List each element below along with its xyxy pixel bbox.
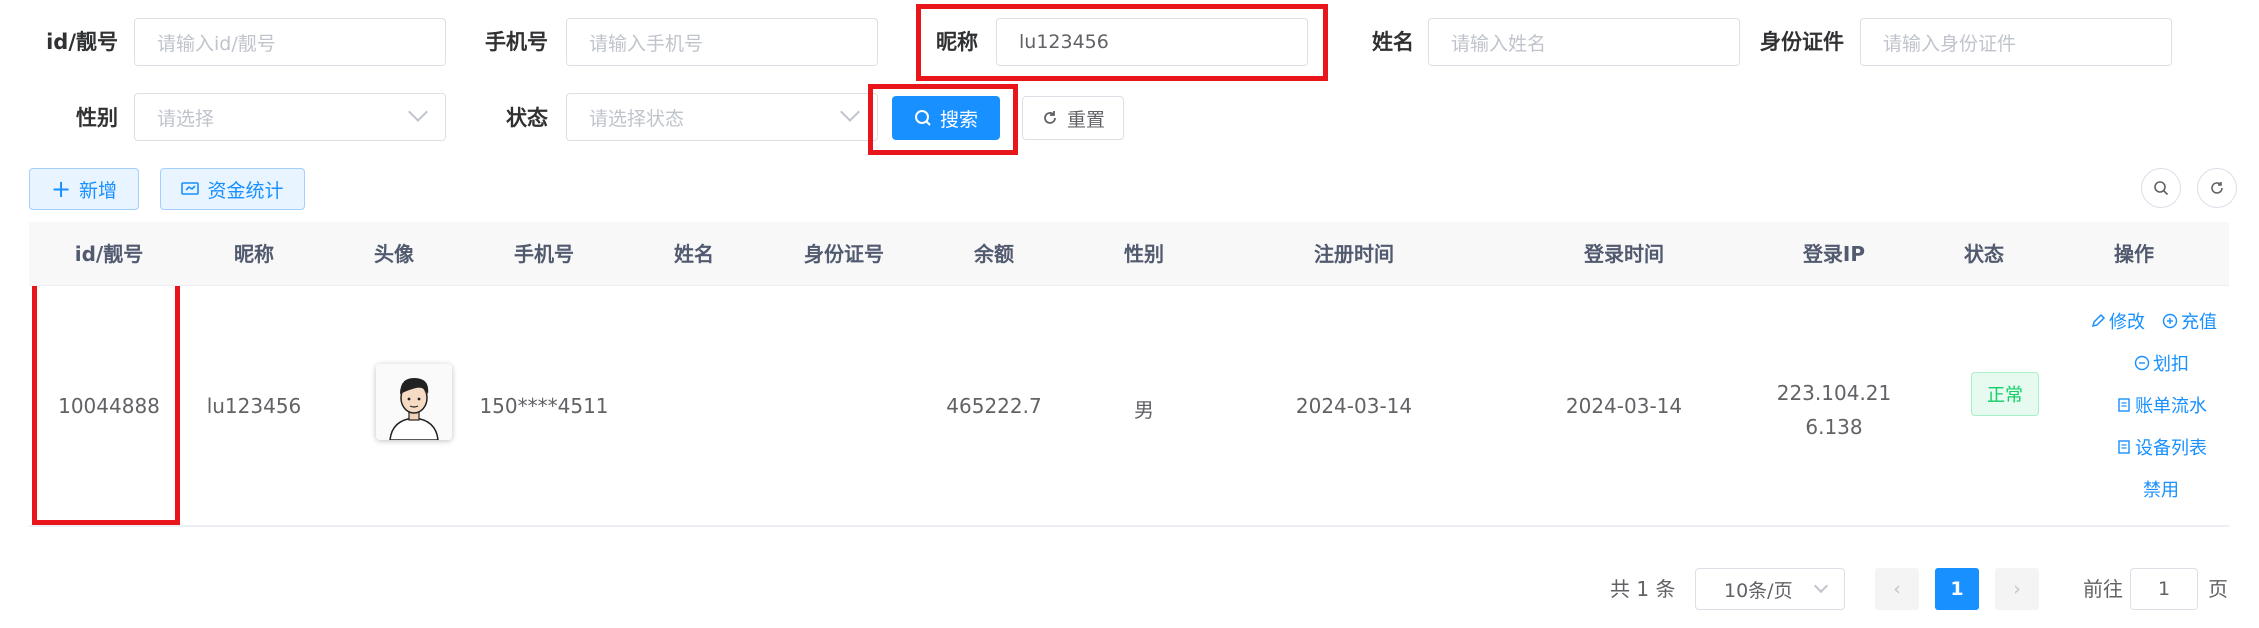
col-header-gender: 性别 (1124, 242, 1164, 266)
ledger-link[interactable]: 账单流水 (2116, 392, 2207, 418)
avatar-image (376, 364, 452, 440)
gender-placeholder: 请选择 (157, 107, 215, 130)
filter-label-gender: 性别 (76, 106, 118, 130)
ban-label: 禁用 (2143, 480, 2179, 501)
refresh-icon (2211, 182, 2223, 194)
col-header-ops: 操作 (2114, 242, 2154, 266)
filter-label-idcard: 身份证件 (1760, 30, 1844, 54)
cell-login-ip: 223.104.21 6.138 (1759, 376, 1909, 444)
filter-label-status: 状态 (506, 106, 548, 130)
document-icon (2118, 440, 2130, 454)
funds-label: 资金统计 (207, 179, 284, 202)
goto-suffix: 页 (2208, 577, 2228, 601)
edit-icon (2091, 313, 2106, 328)
refresh-icon (1044, 111, 1056, 124)
goto-value: 1 (2157, 578, 2171, 600)
deduct-link[interactable]: 划扣 (2134, 350, 2189, 376)
page-size-select[interactable]: 10条/页 (1695, 568, 1845, 610)
plus-circle-icon (2162, 313, 2178, 329)
user-table: id/靓号 昵称 头像 手机号 姓名 身份证号 余额 性别 注册时间 登录时间 … (29, 222, 2229, 527)
ip-line-1: 223.104.21 (1776, 381, 1892, 405)
chevron-right-icon: › (2013, 578, 2021, 600)
minus-circle-icon (2134, 355, 2150, 371)
status-placeholder: 请选择状态 (589, 107, 685, 130)
page-1-button[interactable]: 1 (1935, 568, 1979, 610)
status-select[interactable]: 请选择状态 (566, 93, 878, 141)
col-header-id: id/靓号 (74, 242, 144, 266)
col-header-phone: 手机号 (514, 242, 574, 266)
cell-id: 10044888 (58, 394, 160, 418)
idcard-placeholder: 请输入身份证件 (1883, 32, 2017, 55)
pagination-total: 共 1 条 (1610, 577, 1676, 601)
col-header-name: 姓名 (674, 242, 714, 266)
recharge-link[interactable]: 充值 (2162, 308, 2217, 334)
toggle-search-button[interactable] (2141, 168, 2181, 208)
add-button[interactable]: + 新增 (29, 168, 139, 210)
chevron-left-icon: ‹ (1893, 578, 1901, 600)
ip-line-2: 6.138 (1805, 415, 1863, 439)
table-header: id/靓号 昵称 头像 手机号 姓名 身份证号 余额 性别 注册时间 登录时间 … (29, 222, 2229, 286)
document-icon (2118, 398, 2130, 412)
col-header-balance: 余额 (974, 242, 1014, 266)
devices-label: 设备列表 (2135, 438, 2207, 459)
next-page-button[interactable]: › (1995, 568, 2039, 610)
cell-nickname: lu123456 (206, 394, 302, 418)
edit-link[interactable]: 修改 (2090, 308, 2145, 334)
idcard-input[interactable]: 请输入身份证件 (1860, 18, 2172, 66)
filter-label-name: 姓名 (1372, 30, 1414, 54)
edit-label: 修改 (2109, 312, 2145, 333)
col-header-login-ip: 登录IP (1802, 242, 1866, 266)
col-header-nickname: 昵称 (234, 242, 274, 266)
phone-input[interactable]: 请输入手机号 (566, 18, 878, 66)
chevron-down-icon (1813, 578, 1829, 594)
refresh-table-button[interactable] (2197, 168, 2237, 208)
funds-stats-button[interactable]: 资金统计 (160, 168, 305, 210)
cell-balance: 465222.7 (946, 394, 1042, 418)
chevron-down-icon (408, 102, 428, 122)
reset-button[interactable]: 重置 (1022, 96, 1124, 140)
cell-phone: 150****4511 (479, 394, 609, 418)
table-row: 10044888 lu123456 150****4511 465222.7 男… (29, 286, 2229, 527)
col-header-status: 状态 (1964, 242, 2004, 266)
cell-reg-time: 2024-03-14 (1295, 394, 1413, 418)
filter-label-phone: 手机号 (485, 30, 548, 54)
col-header-avatar: 头像 (374, 242, 414, 266)
chart-icon (181, 182, 200, 195)
gender-select[interactable]: 请选择 (134, 93, 446, 141)
page-size-value: 10条/页 (1724, 579, 1793, 602)
status-badge: 正常 (1971, 372, 2039, 416)
prev-page-button[interactable]: ‹ (1875, 568, 1919, 610)
devices-link[interactable]: 设备列表 (2116, 434, 2207, 460)
id-input[interactable]: 请输入id/靓号 (134, 18, 446, 66)
col-header-idcard: 身份证号 (804, 242, 884, 266)
name-input[interactable]: 请输入姓名 (1428, 18, 1740, 66)
id-placeholder: 请输入id/靓号 (157, 32, 276, 55)
goto-prefix: 前往 (2083, 577, 2123, 601)
highlight-search (868, 84, 1018, 155)
highlight-nickname (916, 4, 1328, 81)
avatar[interactable] (376, 364, 452, 440)
name-placeholder: 请输入姓名 (1451, 32, 1547, 55)
deduct-label: 划扣 (2153, 354, 2189, 375)
col-header-login-time: 登录时间 (1584, 242, 1664, 266)
filter-label-id: id/靓号 (46, 30, 118, 54)
chevron-down-icon (840, 102, 860, 122)
add-label: 新增 (79, 179, 118, 202)
ban-link[interactable]: 禁用 (2143, 476, 2179, 502)
reset-label: 重置 (1066, 108, 1105, 131)
goto-page-input[interactable]: 1 (2130, 568, 2198, 610)
recharge-label: 充值 (2181, 312, 2217, 333)
search-icon (2154, 181, 2169, 196)
plus-icon: + (50, 175, 72, 203)
phone-placeholder: 请输入手机号 (589, 32, 704, 55)
cell-login-time: 2024-03-14 (1565, 394, 1683, 418)
ledger-label: 账单流水 (2135, 396, 2207, 417)
col-header-reg-time: 注册时间 (1314, 242, 1394, 266)
cell-gender: 男 (1134, 398, 1154, 422)
